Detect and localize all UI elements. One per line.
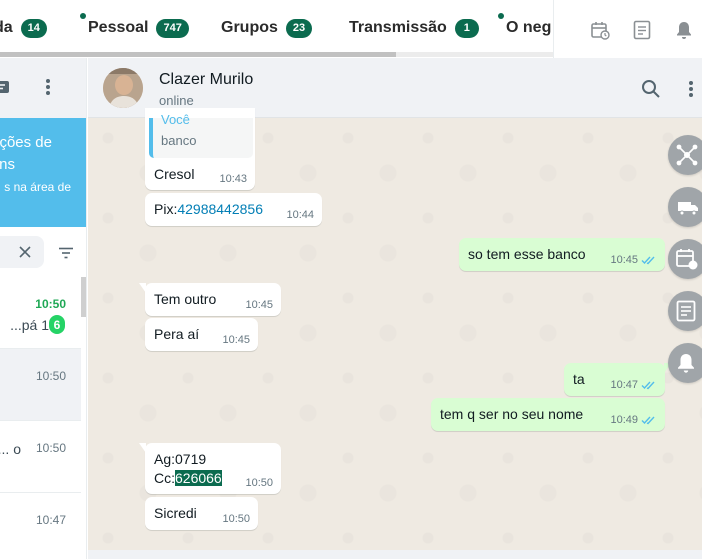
network-fab-button[interactable] [668,135,702,175]
message-text: Sicredi [154,505,197,521]
selected-text[interactable]: 626066 [175,470,222,486]
banner-title-line-2: ns [0,156,15,173]
message-time: 10:45 [610,254,657,266]
message-text: ta [573,371,585,387]
message-text: tem q ser no seu nome [440,406,584,422]
banner-description: s na área de [4,180,71,194]
chat-list-sidebar: ções de ns s na área de 10:50 1 pá... 6 … [0,58,87,559]
bell-icon[interactable] [673,19,695,41]
notification-banner[interactable]: ções de ns s na área de [0,118,86,227]
chat-list-item[interactable]: 10:50 o ... [0,421,81,493]
sidebar-header [0,58,86,118]
chat-time: 10:50 [35,441,66,455]
search-icon[interactable] [640,78,662,100]
banner-title-line-1: ções de [0,134,52,151]
message-bubble-incoming[interactable]: Ag:0719 Cc:626066 10:50 [139,443,281,494]
chat-preview: 1 pá... [10,317,49,333]
tab-label: O neg [506,19,552,36]
unread-count-badge: 6 [49,315,65,334]
message-time: 10:44 [286,209,314,221]
message-time: 10:45 [245,299,273,311]
tab-label: Transmissão [349,19,447,36]
chat-list-item[interactable]: 10:50 [0,349,81,421]
top-actions [553,0,702,58]
message-time: 10:50 [245,477,273,489]
tab-o-negocio[interactable]: O neg [506,16,553,40]
tab-count-badge: 14 [20,18,47,38]
unread-dot [80,13,86,19]
chat-time: 10:47 [35,513,66,527]
delivery-truck-icon [678,202,698,216]
notes-fab-button[interactable] [668,291,702,331]
network-icon [676,144,698,166]
chat-list-scrollbar[interactable] [81,277,86,317]
bell-icon [678,354,694,373]
read-receipt-icon [641,416,655,425]
chat-preview: o ... [0,441,21,457]
bubble-tail [139,283,146,293]
tab-grupos[interactable]: Grupos 23 [221,16,313,40]
tab-count-badge: 1 [454,18,479,38]
chat-list-item[interactable]: 10:50 1 pá... 6 [0,277,81,349]
composer-edge [88,550,702,559]
schedule-fab-button[interactable] [668,239,702,279]
message-bubble-outgoing[interactable]: tem q ser no seu nome 10:49 [431,398,665,431]
chat-list-item[interactable]: 10:47 [0,493,81,559]
menu-kebab-icon[interactable] [45,78,51,101]
search-input[interactable] [0,236,44,268]
chat-time: 10:50 [35,369,66,383]
message-bubble-outgoing[interactable]: ta 10:47 [564,363,671,396]
clear-search-icon[interactable] [19,245,31,263]
tab-label: Grupos [221,19,278,36]
tab-pessoal[interactable]: Pessoal 747 [88,16,189,40]
message-time: 10:45 [222,334,250,346]
message-bubble-outgoing[interactable]: so tem esse banco 10:45 [459,238,665,271]
tab-label: da [0,19,13,36]
message-bubble-incoming[interactable]: Sicredi 10:50 [145,497,258,530]
message-text: so tem esse banco [468,246,586,262]
message-text: Pera aí [154,326,200,342]
quoted-author: Você [161,112,190,127]
tab-todos[interactable]: da 14 [0,16,47,40]
document-icon[interactable] [631,19,653,41]
read-receipt-icon [641,381,655,390]
calendar-clock-icon[interactable] [589,19,611,41]
message-text-line-2: Cc:626066 [154,470,222,486]
bubble-tail [139,443,146,453]
menu-kebab-icon[interactable] [680,78,702,100]
message-bubble-incoming[interactable]: Pix:42988442856 10:44 [145,193,322,226]
unread-dot [498,13,504,19]
tab-transmissao[interactable]: Transmissão 1 [349,16,479,40]
message-text: Cresol [154,166,195,182]
message-time: 10:47 [610,379,657,391]
tab-bar: da 14 Pessoal 747 Grupos 23 Transmissão … [0,0,702,58]
contact-status: online [159,93,194,108]
quoted-message[interactable]: Você banco [149,112,253,158]
read-receipt-icon [641,256,655,265]
contact-name[interactable]: Clazer Murilo [159,71,253,89]
tab-count-badge: 23 [285,18,313,38]
tab-count-badge: 747 [156,18,189,38]
tab-scrollbar-thumb[interactable] [0,52,396,57]
quoted-text: banco [161,133,197,148]
message-text: Pix:42988442856 [154,201,263,217]
search-row [0,227,86,277]
tab-label: Pessoal [88,19,149,36]
notes-icon [676,300,696,322]
notifications-fab-button[interactable] [668,343,702,383]
calendar-schedule-icon [676,249,698,270]
message-time: 10:50 [222,513,250,525]
message-text-line-1: Ag:0719 [154,451,207,467]
new-chat-icon[interactable] [0,80,10,99]
chat-time: 10:50 [35,297,66,311]
message-bubble-incoming[interactable]: Pera aí 10:45 [145,318,258,351]
delivery-fab-button[interactable] [668,187,702,227]
avatar[interactable] [103,68,143,108]
message-text: Tem outro [154,291,217,307]
filter-icon[interactable] [58,246,74,264]
message-time: 10:43 [219,173,247,185]
phone-link[interactable]: 42988442856 [177,201,263,217]
message-bubble-incoming[interactable]: Tem outro 10:45 [139,283,281,316]
message-time: 10:49 [610,414,657,426]
